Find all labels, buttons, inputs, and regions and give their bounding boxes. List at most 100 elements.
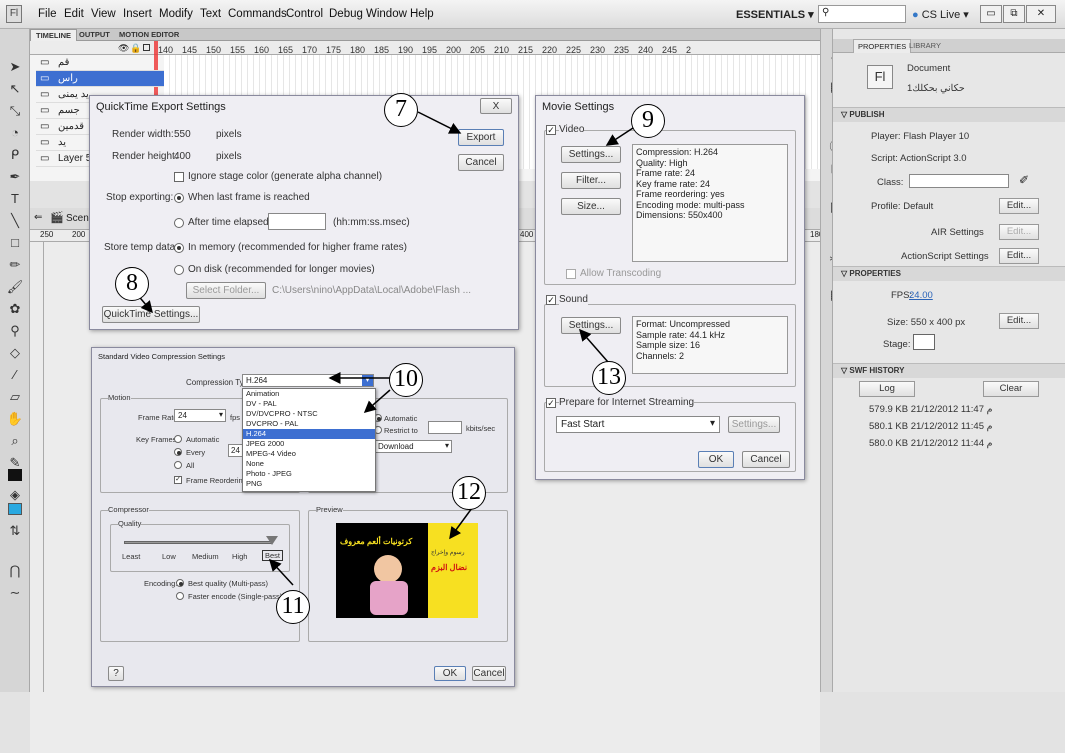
quicktime-settings-button[interactable]: QuickTime Settings... [102,306,200,323]
streaming-settings-button[interactable]: Settings... [728,416,780,433]
streaming-select[interactable]: Fast Start ▾ [556,416,720,433]
menu-insert[interactable]: Insert [123,8,152,20]
ok-button[interactable]: OK [434,666,466,681]
lock-icon[interactable]: 🔒 [130,43,141,54]
compression-option[interactable]: MPEG-4 Video [243,449,375,459]
compression-option[interactable]: H.264 [243,429,375,439]
workspace-switcher[interactable]: ESSENTIALS ▾ [736,8,814,21]
compression-option[interactable]: DVCPRO - PAL [243,419,375,429]
compression-option[interactable]: None [243,459,375,469]
frame-rate-select[interactable]: 24 ▾ [174,409,226,422]
menu-debug[interactable]: Debug [329,8,363,20]
frame-reordering-checkbox[interactable]: ✓ [174,476,182,484]
compression-option[interactable]: DV/DVCPRO - NTSC [243,409,375,419]
menu-control[interactable]: Control [286,8,323,20]
compression-type-select[interactable]: H.264 ▾ [242,374,374,387]
fill-color-icon[interactable]: ◈ [5,485,25,505]
kf-every-radio[interactable] [174,448,182,456]
subselection-tool-icon[interactable]: ↖ [5,79,25,99]
fps-value[interactable]: 24.00 [909,290,933,301]
ok-button[interactable]: OK [698,451,734,468]
properties-section-header[interactable]: ▽ PROPERTIES [833,266,1065,281]
sound-checkbox[interactable]: ✓ [546,295,556,305]
menu-commands[interactable]: Commands [228,8,287,20]
export-button[interactable]: Export [458,129,504,146]
class-input[interactable] [909,174,1009,188]
snap-magnet-icon[interactable]: ⋂ [5,561,25,581]
help-button[interactable]: ? [108,666,124,681]
publish-section-header[interactable]: ▽ PUBLISH [833,107,1065,122]
bone-tool-icon[interactable]: ⚲ [5,321,25,341]
close-button[interactable]: ✕ [1026,5,1056,23]
compression-option[interactable]: Photo - JPEG [243,469,375,479]
prepare-streaming-checkbox[interactable]: ✓ [546,398,556,408]
pencil-tool-icon[interactable]: ✏ [5,255,25,275]
line-tool-icon[interactable]: ╲ [5,211,25,231]
stage-color-swatch[interactable] [913,334,935,350]
transform-tool-icon[interactable]: ⤡ [5,101,25,121]
compression-option[interactable]: PNG [243,479,375,489]
stop-time-elapsed-radio[interactable] [174,218,184,228]
layer-row[interactable]: ▭ راس [36,71,164,87]
eyedropper-tool-icon[interactable]: ⁄ [5,365,25,385]
cs-live-button[interactable]: ● CS Live ▾ [912,8,969,21]
cancel-button[interactable]: Cancel [472,666,506,681]
menu-text[interactable]: Text [200,8,221,20]
smooth-icon[interactable]: ∼ [5,583,25,603]
compression-option[interactable]: Animation [243,389,375,399]
layer-row[interactable]: ▭ قم [36,55,164,71]
tab-properties[interactable]: PROPERTIES [853,39,912,53]
menu-modify[interactable]: Modify [159,8,193,20]
brush-tool-icon[interactable]: 🖌 [5,277,25,297]
restore-button[interactable]: ⧉ [1003,5,1025,23]
tab-library[interactable]: LIBRARY [905,39,945,53]
selection-tool-icon[interactable]: ➤ [5,57,25,77]
store-memory-radio[interactable] [174,243,184,253]
help-search-input[interactable]: ⚲ [818,5,906,23]
profile-edit-button[interactable]: Edit... [999,198,1039,214]
quality-slider-track[interactable] [124,541,272,544]
menu-window[interactable]: Window [366,8,407,20]
air-edit-button[interactable]: Edit... [999,224,1039,240]
quality-slider-thumb[interactable] [266,536,278,545]
menu-help[interactable]: Help [410,8,434,20]
text-tool-icon[interactable]: T [5,189,25,209]
download-select[interactable]: Download ▾ [374,440,452,453]
video-settings-button[interactable]: Settings... [561,146,621,163]
menu-view[interactable]: View [91,8,116,20]
actionscript-edit-button[interactable]: Edit... [999,248,1039,264]
swap-colors-icon[interactable]: ⇅ [5,521,25,541]
stop-last-frame-radio[interactable] [174,193,184,203]
cancel-button[interactable]: Cancel [742,451,790,468]
3d-rotation-tool-icon[interactable]: ◔ [5,123,25,143]
outline-icon[interactable] [143,44,150,51]
pencil-icon[interactable]: ✐ [1019,173,1029,187]
time-elapsed-input[interactable] [268,213,326,230]
menu-edit[interactable]: Edit [64,8,84,20]
frame-ruler[interactable]: 👁 🔒 140 145 150 155 160 165 170 175 180 185 190 195… [30,41,820,181]
back-arrow-icon[interactable]: ⇐ [34,212,42,223]
kf-automatic-radio[interactable] [174,435,182,443]
hand-tool-icon[interactable]: ✋ [5,409,25,429]
ignore-stage-checkbox[interactable] [174,172,184,182]
minimize-button[interactable]: ▭ [980,5,1002,23]
sound-settings-button[interactable]: Settings... [561,317,621,334]
video-checkbox[interactable]: ✓ [546,125,556,135]
cancel-button[interactable]: Cancel [458,154,504,171]
deco-tool-icon[interactable]: ✿ [5,299,25,319]
zoom-tool-icon[interactable]: ⌕ [5,431,25,451]
fill-color-swatch[interactable] [8,503,22,515]
log-button[interactable]: Log [859,381,915,397]
select-folder-button[interactable]: Select Folder... [186,282,266,299]
tab-output[interactable]: OUTPUT [74,29,115,41]
eraser-tool-icon[interactable]: ▱ [5,387,25,407]
lasso-tool-icon[interactable]: ᑭ [5,145,25,165]
compression-option[interactable]: JPEG 2000 [243,439,375,449]
kbits-input[interactable] [428,421,462,434]
size-button[interactable]: Size... [561,198,621,215]
swf-history-section-header[interactable]: ▽ SWF HISTORY [833,363,1065,378]
compression-option[interactable]: DV - PAL [243,399,375,409]
dialog-close-button[interactable]: X [480,98,512,114]
size-edit-button[interactable]: Edit... [999,313,1039,329]
clear-button[interactable]: Clear [983,381,1039,397]
